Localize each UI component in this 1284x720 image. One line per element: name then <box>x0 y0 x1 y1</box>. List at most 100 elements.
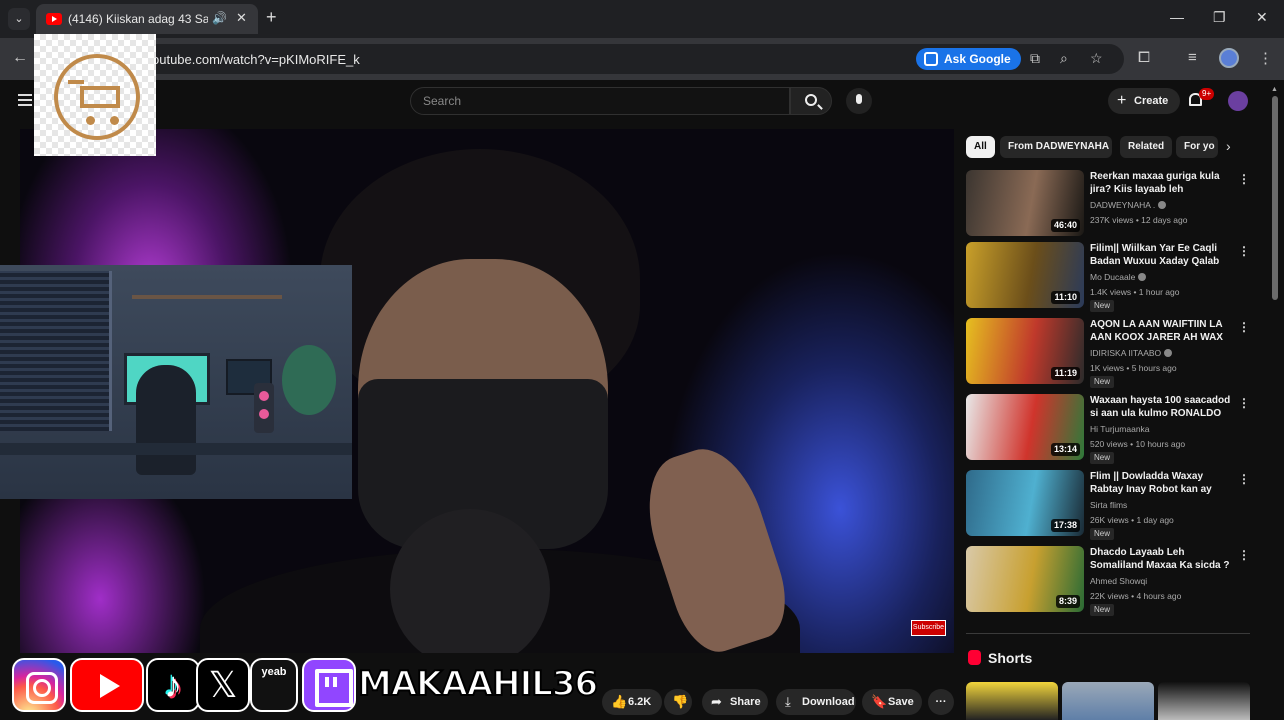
maximize-icon[interactable]: ❐ <box>1213 9 1226 26</box>
recommendation-thumbnail[interactable]: 8:39 <box>966 546 1084 612</box>
recommendation-item[interactable]: 11:10 Filim|| Wiilkan Yar Ee Caqli Badan … <box>966 242 1252 312</box>
tab-close-icon[interactable]: ✕ <box>236 10 247 26</box>
recommendation-item[interactable]: 17:38 Flim || Dowladda Waxay Rabtay Inay … <box>966 470 1252 540</box>
search-input[interactable]: Search <box>410 87 790 115</box>
shorts-heading: Shorts <box>988 650 1033 666</box>
recommendation-title[interactable]: Dhacdo Layaab Leh Somaliland Maxaa Ka si… <box>1090 546 1234 572</box>
recommendation-item[interactable]: 11:19 AQON LA AAN WAIFTIIN LA AAN KOOX JA… <box>966 318 1252 388</box>
recommendation-channel[interactable]: Mo Ducaale <box>1090 272 1147 282</box>
channel-name: Hi Turjumaanka <box>1090 424 1150 434</box>
bookmark-star-icon[interactable]: ☆ <box>1090 50 1103 67</box>
search-button[interactable] <box>790 87 832 115</box>
recommendation-thumbnail[interactable]: 13:14 <box>966 394 1084 460</box>
close-window-icon[interactable]: ✕ <box>1256 9 1268 26</box>
extensions-icon[interactable]: ⧠ <box>1138 49 1150 66</box>
chip-all[interactable]: All <box>966 136 995 158</box>
recommendation-channel[interactable]: Hi Turjumaanka <box>1090 424 1150 434</box>
short-thumbnail[interactable] <box>1062 682 1154 720</box>
recommendation-item[interactable]: 46:40 Reerkan maxaa guriga kula jira? Kii… <box>966 170 1252 240</box>
channel-name: DADWEYNAHA . <box>1090 200 1156 210</box>
recommendation-title[interactable]: AQON LA AAN WAIFTIIN LA AAN KOOX JARER A… <box>1090 318 1234 344</box>
hamburger-menu-icon[interactable] <box>18 94 32 106</box>
like-count: 6.2K <box>628 696 652 708</box>
share-button[interactable]: ➦ Share <box>702 689 768 715</box>
back-arrow-icon[interactable]: ← <box>12 49 28 67</box>
browser-tab-active[interactable]: (4146) Kiiskan adag 43 Sano 🔊 ✕ <box>36 4 258 34</box>
recommendation-channel[interactable]: IDIRISKA IITAABO <box>1090 348 1173 358</box>
tab-search-dropdown[interactable]: ⌄ <box>8 8 30 30</box>
chip-related[interactable]: Related <box>1120 136 1173 158</box>
scroll-up-arrow-icon[interactable]: ▲ <box>1271 86 1278 93</box>
recommendation-thumbnail[interactable]: 11:19 <box>966 318 1084 384</box>
short-thumbnail[interactable] <box>966 682 1058 720</box>
chip-from-channel[interactable]: From DADWEYNAHA <box>1000 136 1112 158</box>
recommendation-thumbnail[interactable]: 17:38 <box>966 470 1084 536</box>
recommendation-title[interactable]: Reerkan maxaa guriga kula jira? Kiis lay… <box>1090 170 1234 196</box>
save-button[interactable]: 🔖 Save <box>862 689 922 715</box>
shorts-divider <box>966 633 1250 634</box>
tab-title: (4146) Kiiskan adag 43 Sano <box>68 12 208 26</box>
short-thumbnail[interactable] <box>1158 682 1250 720</box>
more-options-kebab-icon[interactable]: ⋮ <box>1238 396 1250 410</box>
search-icon <box>805 94 817 106</box>
like-button[interactable]: 👍 6.2K <box>602 689 662 715</box>
instagram-icon <box>12 658 66 712</box>
more-options-kebab-icon[interactable]: ⋮ <box>1238 244 1250 258</box>
media-controls-icon[interactable]: ≡ <box>1188 49 1197 66</box>
recommendation-title[interactable]: Waxaan haysta 100 saacadod si aan ula ku… <box>1090 394 1234 420</box>
video-duration: 46:40 <box>1050 219 1080 232</box>
new-tab-plus-icon[interactable]: + <box>266 7 277 28</box>
recommendation-item[interactable]: 13:14 Waxaan haysta 100 saacadod si aan u… <box>966 394 1252 464</box>
recommendation-thumbnail[interactable]: 46:40 <box>966 170 1084 236</box>
notification-badge: 9+ <box>1199 88 1215 100</box>
omnibox[interactable]: outube.com/watch?v=pKIMoRIFE_k Ask Googl… <box>44 44 1124 74</box>
zoom-icon[interactable]: ⌕ <box>1060 50 1068 67</box>
more-options-kebab-icon[interactable]: ⋮ <box>1238 320 1250 334</box>
room-speaker <box>254 383 274 433</box>
cart-logo-ring <box>54 54 140 140</box>
browser-profile-avatar[interactable] <box>1219 48 1239 68</box>
video-duration: 17:38 <box>1050 519 1080 532</box>
channel-name: IDIRISKA IITAABO <box>1090 348 1162 358</box>
ask-google-button[interactable]: Ask Google <box>916 48 1021 70</box>
tiktok-icon: ♪ <box>146 658 200 712</box>
channel-name: Mo Ducaale <box>1090 272 1136 282</box>
voice-search-mic-icon[interactable] <box>846 88 872 114</box>
url-text[interactable]: outube.com/watch?v=pKIMoRIFE_k <box>152 52 360 67</box>
create-label: Create <box>1134 95 1169 107</box>
cast-icon[interactable]: ⧉ <box>1030 50 1040 67</box>
recommendation-thumbnail[interactable]: 11:10 <box>966 242 1084 308</box>
more-options-kebab-icon[interactable]: ⋮ <box>1238 172 1250 186</box>
recommendation-channel[interactable]: DADWEYNAHA . <box>1090 200 1167 210</box>
speaker-icon[interactable]: 🔊 <box>212 11 227 25</box>
recommendation-title[interactable]: Filim|| Wiilkan Yar Ee Caqli Badan Wuxuu… <box>1090 242 1234 268</box>
create-button[interactable]: + Create <box>1108 88 1181 114</box>
page-scrollbar[interactable] <box>1272 96 1278 300</box>
recommendation-title[interactable]: Flim || Dowladda Waxay Rabtay Inay Robot… <box>1090 470 1234 496</box>
more-options-kebab-icon[interactable]: ⋮ <box>1238 472 1250 486</box>
recommendation-item[interactable]: 8:39 Dhacdo Layaab Leh Somaliland Maxaa K… <box>966 546 1252 616</box>
youtube-favicon-icon <box>46 13 62 25</box>
share-label: Share <box>730 696 761 708</box>
minimize-icon[interactable]: — <box>1170 9 1184 25</box>
user-avatar[interactable] <box>1228 91 1248 111</box>
dislike-button[interactable]: 👎 <box>664 689 692 715</box>
more-actions-button[interactable]: ··· <box>928 689 954 715</box>
recommendation-meta: 237K views • 12 days ago <box>1090 215 1188 225</box>
chip-for-you[interactable]: For yo <box>1176 136 1218 158</box>
browser-menu-kebab-icon[interactable]: ⋮ <box>1258 49 1273 67</box>
download-button[interactable]: ⤓ Download <box>776 689 856 715</box>
video-duration: 13:14 <box>1050 443 1080 456</box>
room-window <box>0 271 112 431</box>
lens-icon <box>924 52 938 66</box>
video-duration: 8:39 <box>1055 595 1080 608</box>
recommendation-channel[interactable]: Sirta flims <box>1090 500 1127 510</box>
chevron-right-icon[interactable]: › <box>1226 138 1231 154</box>
download-icon: ⤓ <box>785 694 791 709</box>
room-plant <box>282 345 336 415</box>
subscribe-watermark-button[interactable]: Subscribe <box>911 620 946 636</box>
more-options-kebab-icon[interactable]: ⋮ <box>1238 548 1250 562</box>
kick-icon: yeab <box>250 658 298 712</box>
recommendation-channel[interactable]: Ahmed Showqi <box>1090 576 1147 586</box>
cart-handle <box>68 80 84 84</box>
